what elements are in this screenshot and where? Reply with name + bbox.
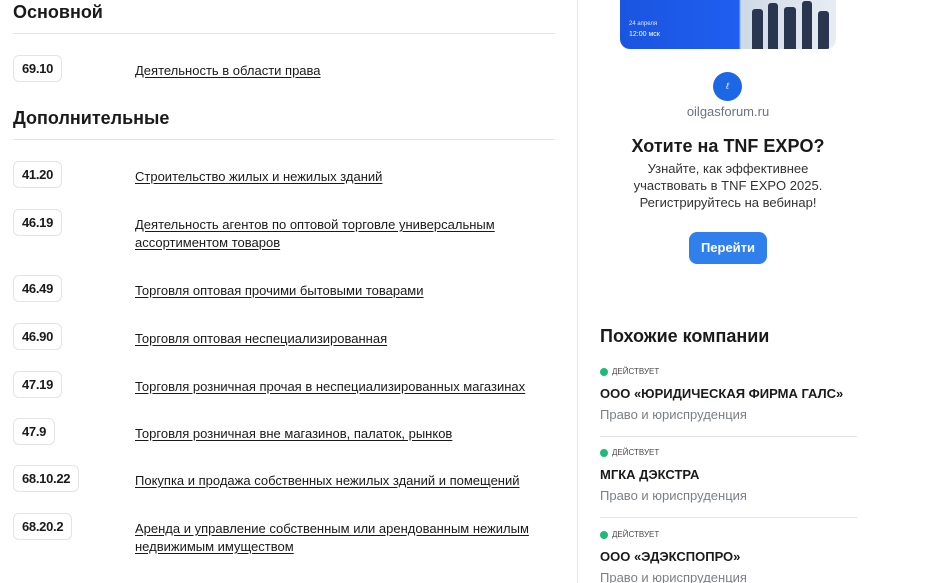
company-name[interactable]: ООО «ЭДЭКСПОПРО»: [600, 549, 857, 564]
status-dot-icon: [600, 531, 608, 539]
company-divider: [600, 436, 857, 437]
status-text: действует: [612, 448, 660, 457]
main-section-title: Основной: [13, 2, 103, 22]
okved-link[interactable]: Покупка и продажа собственных нежилых зд…: [135, 472, 545, 490]
company-category: Право и юриспруденция: [600, 570, 747, 583]
okved-link[interactable]: Аренда и управление собственным или арен…: [135, 520, 545, 556]
okved-link[interactable]: Торговля оптовая неспециализированная: [135, 330, 545, 348]
ad-text: Узнайте, как эффективнее участвовать в T…: [633, 161, 823, 210]
okved-link[interactable]: Строительство жилых и нежилых зданий: [135, 168, 545, 186]
company-category: Право и юриспруденция: [600, 407, 747, 422]
tnf-logo-icon: ℓ: [713, 72, 742, 101]
status-text: действует: [612, 530, 660, 539]
status-badge: действует: [600, 447, 857, 459]
similar-companies-title: Похожие компании: [600, 326, 770, 346]
okved-code-badge: 41.20: [13, 161, 63, 188]
okved-code-badge: 46.19: [13, 209, 63, 236]
status-dot-icon: [600, 368, 608, 376]
okved-code-badge: 68.10.22: [13, 465, 80, 492]
similar-company-item[interactable]: действует ООО «ЮРИДИЧЕСКАЯ ФИРМА ГАЛС» П…: [600, 366, 857, 422]
status-badge: действует: [600, 366, 857, 378]
extra-section-divider: [13, 139, 555, 140]
okved-code-badge: 47.19: [13, 371, 63, 398]
extra-section-title: Дополнительные: [13, 108, 170, 128]
banner-date: 24 апреля: [629, 21, 658, 27]
okved-link[interactable]: Деятельность в области права: [135, 62, 545, 80]
column-divider: [577, 0, 578, 583]
okved-link[interactable]: Деятельность агентов по оптовой торговле…: [135, 216, 545, 252]
company-divider: [600, 517, 857, 518]
status-text: действует: [612, 367, 660, 376]
okved-code-badge: 46.49: [13, 275, 63, 302]
ad-go-button[interactable]: Перейти: [689, 232, 767, 264]
status-dot-icon: [600, 449, 608, 457]
similar-company-item[interactable]: действует ООО «ЭДЭКСПОПРО» Право и юрисп…: [600, 529, 857, 583]
company-category: Право и юриспруденция: [600, 488, 747, 503]
okved-code-badge: 68.20.2: [13, 513, 73, 540]
status-badge: действует: [600, 529, 857, 541]
okved-code-badge: 69.10: [13, 55, 63, 82]
main-section-divider: [13, 33, 555, 34]
ad-title: Хотите на TNF EXPO?: [631, 136, 825, 156]
okved-link[interactable]: Торговля оптовая прочими бытовыми товара…: [135, 282, 545, 300]
okved-link[interactable]: Торговля розничная прочая в неспециализи…: [135, 378, 545, 396]
okved-link[interactable]: Торговля розничная вне магазинов, палато…: [135, 425, 545, 443]
banner-time: 12:00 мск: [629, 31, 660, 38]
banner-people-image: [738, 0, 836, 49]
company-name[interactable]: МГКА ДЭКСТРА: [600, 467, 857, 482]
similar-company-item[interactable]: действует МГКА ДЭКСТРА Право и юриспруде…: [600, 447, 857, 503]
company-name[interactable]: ООО «ЮРИДИЧЕСКАЯ ФИРМА ГАЛС»: [600, 386, 857, 401]
ad-domain[interactable]: oilgasforum.ru: [628, 104, 828, 119]
okved-code-badge: 47.9: [13, 418, 56, 445]
okved-code-badge: 46.90: [13, 323, 63, 350]
ad-banner[interactable]: 24 апреля 12:00 мск: [620, 0, 836, 49]
